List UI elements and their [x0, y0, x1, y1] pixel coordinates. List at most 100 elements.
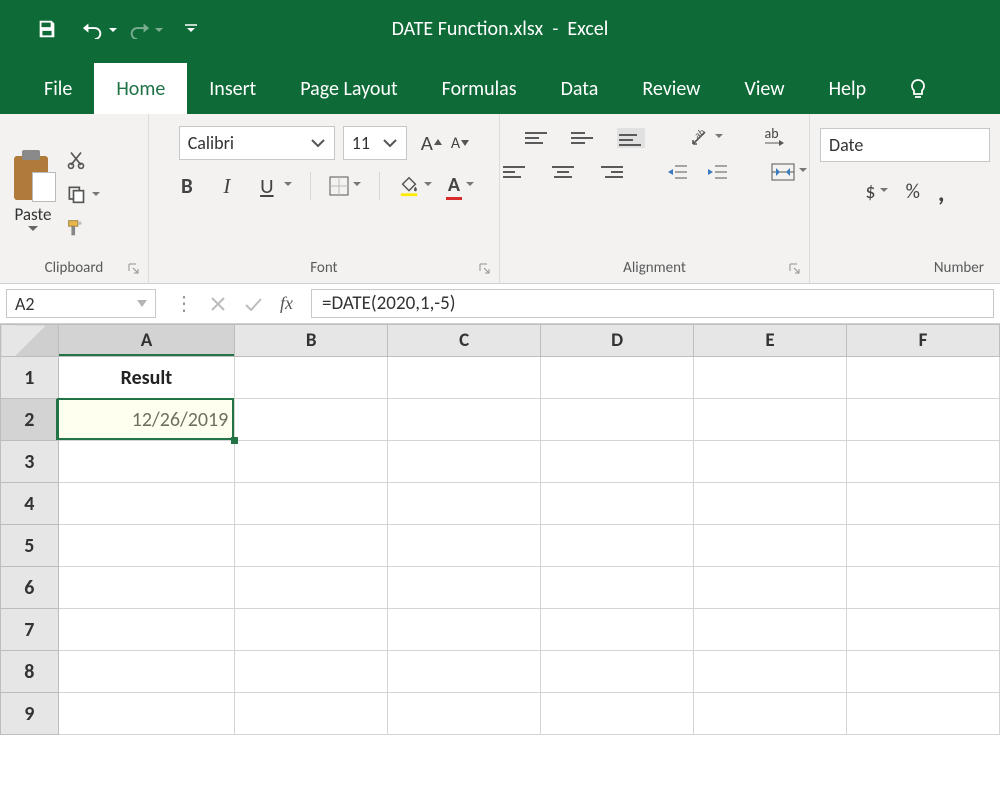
cell-B8[interactable] — [235, 651, 388, 693]
format-painter-icon[interactable] — [62, 217, 90, 239]
cell-F7[interactable] — [847, 609, 1000, 651]
row-header-1[interactable]: 1 — [1, 357, 59, 399]
cell-B3[interactable] — [235, 441, 388, 483]
tab-home[interactable]: Home — [94, 63, 187, 114]
cell-D3[interactable] — [541, 441, 694, 483]
cell-B4[interactable] — [235, 483, 388, 525]
cell-F5[interactable] — [847, 525, 1000, 567]
cell-F2[interactable] — [847, 399, 1000, 441]
cell-B2[interactable] — [235, 399, 388, 441]
name-box[interactable]: A2 — [6, 289, 156, 318]
tab-data[interactable]: Data — [539, 63, 621, 114]
row-header-9[interactable]: 9 — [1, 693, 59, 735]
align-top-icon[interactable] — [525, 128, 553, 148]
decrease-font-icon[interactable]: A — [451, 134, 469, 153]
copy-icon[interactable] — [62, 183, 90, 205]
cell-E4[interactable] — [694, 483, 847, 525]
row-header-4[interactable]: 4 — [1, 483, 59, 525]
cell-C2[interactable] — [388, 399, 541, 441]
cell-C9[interactable] — [388, 693, 541, 735]
cell-E1[interactable] — [694, 357, 847, 399]
cell-C3[interactable] — [388, 441, 541, 483]
col-header-A[interactable]: A — [58, 325, 235, 357]
redo-icon[interactable] — [128, 18, 150, 40]
cell-E5[interactable] — [694, 525, 847, 567]
cell-F8[interactable] — [847, 651, 1000, 693]
paste-dropdown-icon[interactable] — [28, 226, 38, 236]
cell-A2[interactable]: 12/26/2019 — [58, 399, 235, 441]
cell-D9[interactable] — [541, 693, 694, 735]
paste-button[interactable]: Paste — [15, 204, 52, 225]
row-header-7[interactable]: 7 — [1, 609, 59, 651]
tab-page-layout[interactable]: Page Layout — [278, 63, 419, 114]
row-header-5[interactable]: 5 — [1, 525, 59, 567]
cell-F1[interactable] — [847, 357, 1000, 399]
cancel-icon[interactable] — [210, 296, 226, 312]
select-all-corner[interactable] — [1, 325, 59, 357]
tab-file[interactable]: File — [22, 63, 94, 114]
bold-button[interactable]: B — [174, 173, 200, 199]
paste-icon[interactable] — [10, 150, 56, 202]
cell-E6[interactable] — [694, 567, 847, 609]
tab-formulas[interactable]: Formulas — [420, 63, 539, 114]
cell-C4[interactable] — [388, 483, 541, 525]
font-name-select[interactable]: Calibri — [179, 126, 335, 160]
wrap-text-icon[interactable]: ab — [765, 129, 785, 147]
cell-B9[interactable] — [235, 693, 388, 735]
merge-center-icon[interactable] — [771, 163, 807, 181]
col-header-E[interactable]: E — [694, 325, 847, 357]
number-format-select[interactable]: Date — [820, 128, 990, 162]
cell-F9[interactable] — [847, 693, 1000, 735]
cell-D4[interactable] — [541, 483, 694, 525]
dialog-launcher-icon[interactable] — [128, 263, 142, 277]
cell-B7[interactable] — [235, 609, 388, 651]
cell-E8[interactable] — [694, 651, 847, 693]
cell-A5[interactable] — [58, 525, 235, 567]
align-bottom-icon[interactable] — [617, 128, 645, 148]
increase-font-icon[interactable]: A — [421, 130, 443, 156]
cell-A1[interactable]: Result — [58, 357, 235, 399]
underline-button[interactable]: U — [254, 173, 292, 199]
tell-me-icon[interactable] — [906, 77, 930, 114]
cell-C1[interactable] — [388, 357, 541, 399]
undo-icon[interactable] — [82, 18, 104, 40]
worksheet-grid[interactable]: A B C D E F 1 Result 2 12/26/2019 3 4 5 … — [0, 324, 1000, 800]
enter-icon[interactable] — [244, 297, 262, 311]
expand-handle-icon[interactable]: ⋮ — [174, 291, 192, 316]
col-header-B[interactable]: B — [235, 325, 388, 357]
cell-A7[interactable] — [58, 609, 235, 651]
save-icon[interactable] — [36, 18, 58, 40]
cell-B1[interactable] — [235, 357, 388, 399]
col-header-C[interactable]: C — [388, 325, 541, 357]
cell-F3[interactable] — [847, 441, 1000, 483]
cut-icon[interactable] — [62, 149, 90, 171]
formula-input[interactable]: =DATE(2020,1,-5) — [311, 289, 994, 318]
borders-icon[interactable] — [329, 176, 361, 196]
cell-A6[interactable] — [58, 567, 235, 609]
increase-indent-icon[interactable] — [707, 163, 729, 181]
tab-view[interactable]: View — [722, 63, 806, 114]
insert-function-button[interactable]: fx — [280, 293, 293, 314]
align-middle-icon[interactable] — [571, 128, 599, 148]
tab-help[interactable]: Help — [807, 63, 889, 114]
cell-E2[interactable] — [694, 399, 847, 441]
cell-B5[interactable] — [235, 525, 388, 567]
cell-C7[interactable] — [388, 609, 541, 651]
font-color-icon[interactable]: A — [446, 173, 474, 200]
italic-button[interactable]: I — [214, 174, 240, 199]
orientation-icon[interactable]: ab — [689, 128, 723, 148]
comma-format-icon[interactable]: , — [938, 176, 945, 208]
tab-insert[interactable]: Insert — [187, 63, 278, 114]
cell-C6[interactable] — [388, 567, 541, 609]
cell-A8[interactable] — [58, 651, 235, 693]
cell-D8[interactable] — [541, 651, 694, 693]
row-header-6[interactable]: 6 — [1, 567, 59, 609]
align-left-icon[interactable] — [503, 162, 531, 182]
align-right-icon[interactable] — [595, 162, 623, 182]
cell-D7[interactable] — [541, 609, 694, 651]
cell-D2[interactable] — [541, 399, 694, 441]
cell-D1[interactable] — [541, 357, 694, 399]
decrease-indent-icon[interactable] — [667, 163, 689, 181]
col-header-F[interactable]: F — [847, 325, 1000, 357]
col-header-D[interactable]: D — [541, 325, 694, 357]
